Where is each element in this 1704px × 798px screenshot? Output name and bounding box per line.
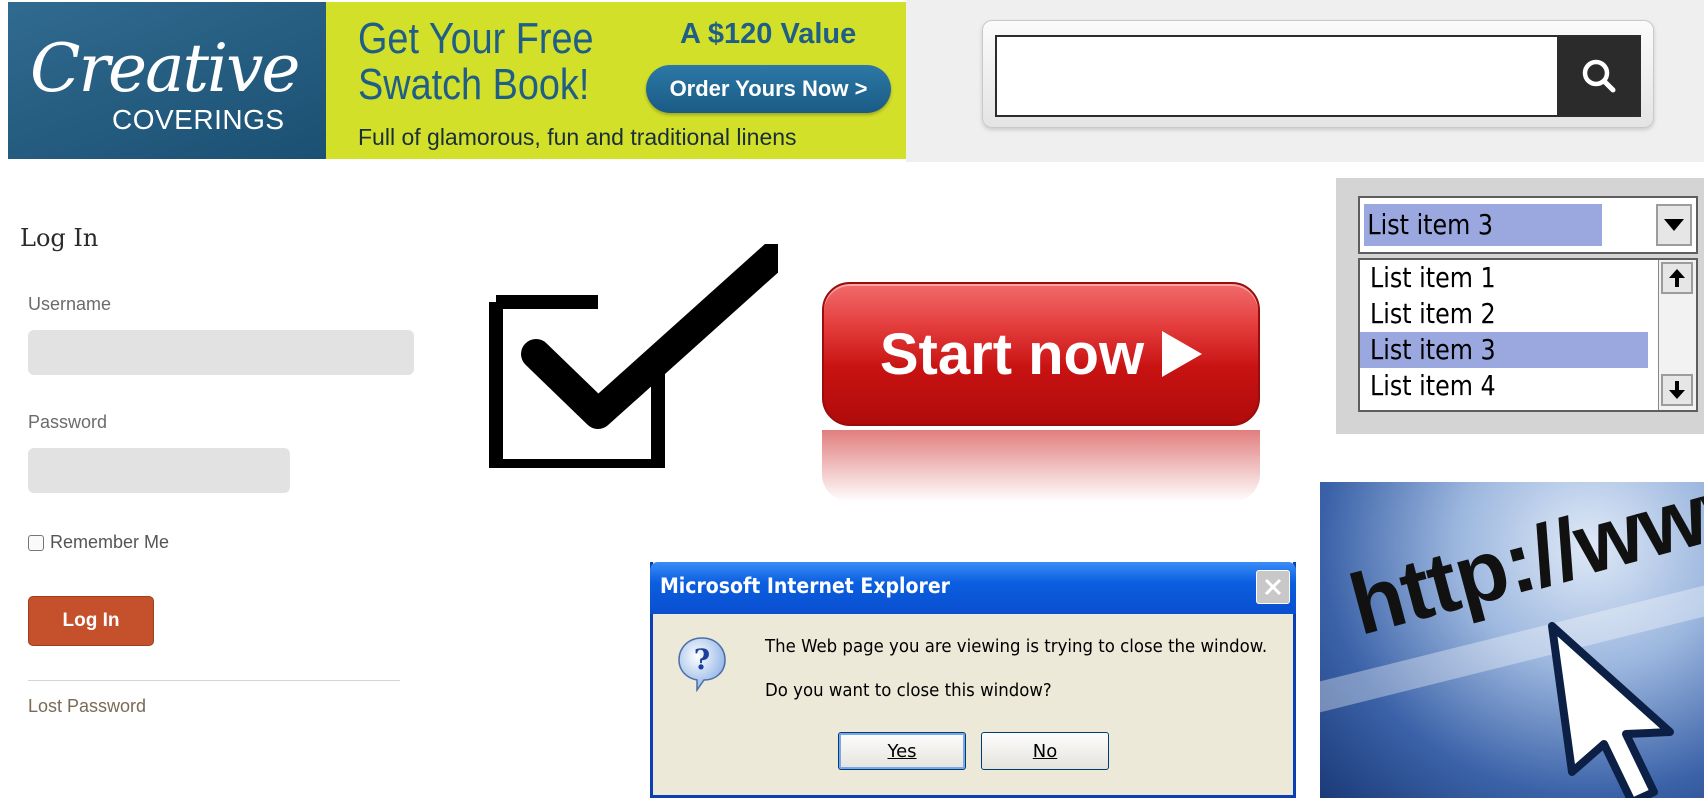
list-item[interactable]: List item 1 <box>1360 260 1648 296</box>
search-panel <box>906 0 1704 162</box>
password-label: Password <box>28 412 108 432</box>
login-form: Log In Username Password Remember Me Log… <box>20 210 440 770</box>
scroll-up-button[interactable] <box>1661 262 1693 294</box>
remember-me-label: Remember Me <box>50 532 170 552</box>
http-cursor-image: http://www <box>1320 482 1704 798</box>
banner-tagline: Full of glamorous, fun and traditional l… <box>358 124 797 150</box>
close-icon <box>1264 578 1282 596</box>
search-button[interactable] <box>1557 35 1641 117</box>
search-frame <box>982 20 1654 128</box>
list-item[interactable]: List item 4 <box>1360 368 1648 404</box>
login-divider <box>28 680 400 681</box>
username-field[interactable] <box>28 330 414 375</box>
play-triangle-icon <box>1162 331 1203 377</box>
listbox-scrollbar[interactable] <box>1658 260 1696 410</box>
banner-headline-line2: Swatch Book! <box>358 60 590 109</box>
dialog-message-line1: The Web page you are viewing is trying t… <box>765 636 1268 657</box>
username-label: Username <box>28 294 112 314</box>
banner-body: Get Your Free Swatch Book! A $120 Value … <box>326 2 906 159</box>
question-icon: ? <box>678 637 726 692</box>
dropdown-select[interactable]: List item 3 <box>1358 196 1698 254</box>
yes-button-label: Yes <box>887 740 917 762</box>
triangle-down-icon <box>1664 219 1684 231</box>
list-item-selected[interactable]: List item 3 <box>1360 332 1648 368</box>
dropdown-value: List item 3 <box>1364 204 1602 246</box>
no-button-label: No <box>1032 740 1058 762</box>
remember-me-checkbox[interactable] <box>28 534 44 551</box>
listbox[interactable]: List item 1 List item 2 List item 3 List… <box>1358 258 1698 412</box>
banner-headline: Get Your Free Swatch Book! <box>358 16 594 108</box>
start-now-widget: Start now <box>822 282 1260 502</box>
dialog-titlebar[interactable]: Microsoft Internet Explorer <box>650 562 1296 614</box>
banner-headline-line1: Get Your Free <box>358 14 594 63</box>
start-now-button[interactable]: Start now <box>822 282 1260 426</box>
start-now-label: Start now <box>879 321 1145 387</box>
swatch-book-banner[interactable]: Creative COVERINGS Get Your Free Swatch … <box>8 2 906 159</box>
banner-value: A $120 Value <box>680 18 857 50</box>
arrow-down-icon <box>1669 381 1685 399</box>
no-button[interactable]: No <box>981 732 1109 770</box>
logo-sub-text: COVERINGS <box>112 104 285 135</box>
dialog-message-line2: Do you want to close this window? <box>765 680 1052 701</box>
yes-button[interactable]: Yes <box>838 732 966 770</box>
lost-password-link[interactable]: Lost Password <box>28 696 146 717</box>
login-button[interactable]: Log In <box>28 596 154 646</box>
dropdown-arrow-button[interactable] <box>1656 204 1692 246</box>
scroll-down-button[interactable] <box>1661 374 1693 406</box>
mouse-pointer-icon <box>1548 622 1674 798</box>
order-now-button[interactable]: Order Yours Now > <box>646 65 891 113</box>
search-input[interactable] <box>995 35 1557 117</box>
ie-dialog: Microsoft Internet Explorer ? The Web pa… <box>650 562 1296 798</box>
dialog-title: Microsoft Internet Explorer <box>660 574 950 598</box>
start-now-reflection <box>822 430 1260 502</box>
logo-script-text: Creative <box>30 30 300 107</box>
svg-text:?: ? <box>694 643 710 676</box>
arrow-up-icon <box>1669 269 1685 287</box>
login-title: Log In <box>20 224 99 252</box>
checkbox-checked-icon <box>489 244 778 468</box>
search-icon <box>1582 59 1616 93</box>
list-item[interactable]: List item 2 <box>1360 296 1648 332</box>
dialog-close-button[interactable] <box>1256 570 1290 604</box>
remember-me[interactable]: Remember Me <box>28 532 169 553</box>
password-field[interactable] <box>28 448 290 493</box>
listbox-panel: List item 3 List item 1 List item 2 List… <box>1336 178 1704 434</box>
creative-coverings-logo: Creative COVERINGS <box>8 2 326 159</box>
